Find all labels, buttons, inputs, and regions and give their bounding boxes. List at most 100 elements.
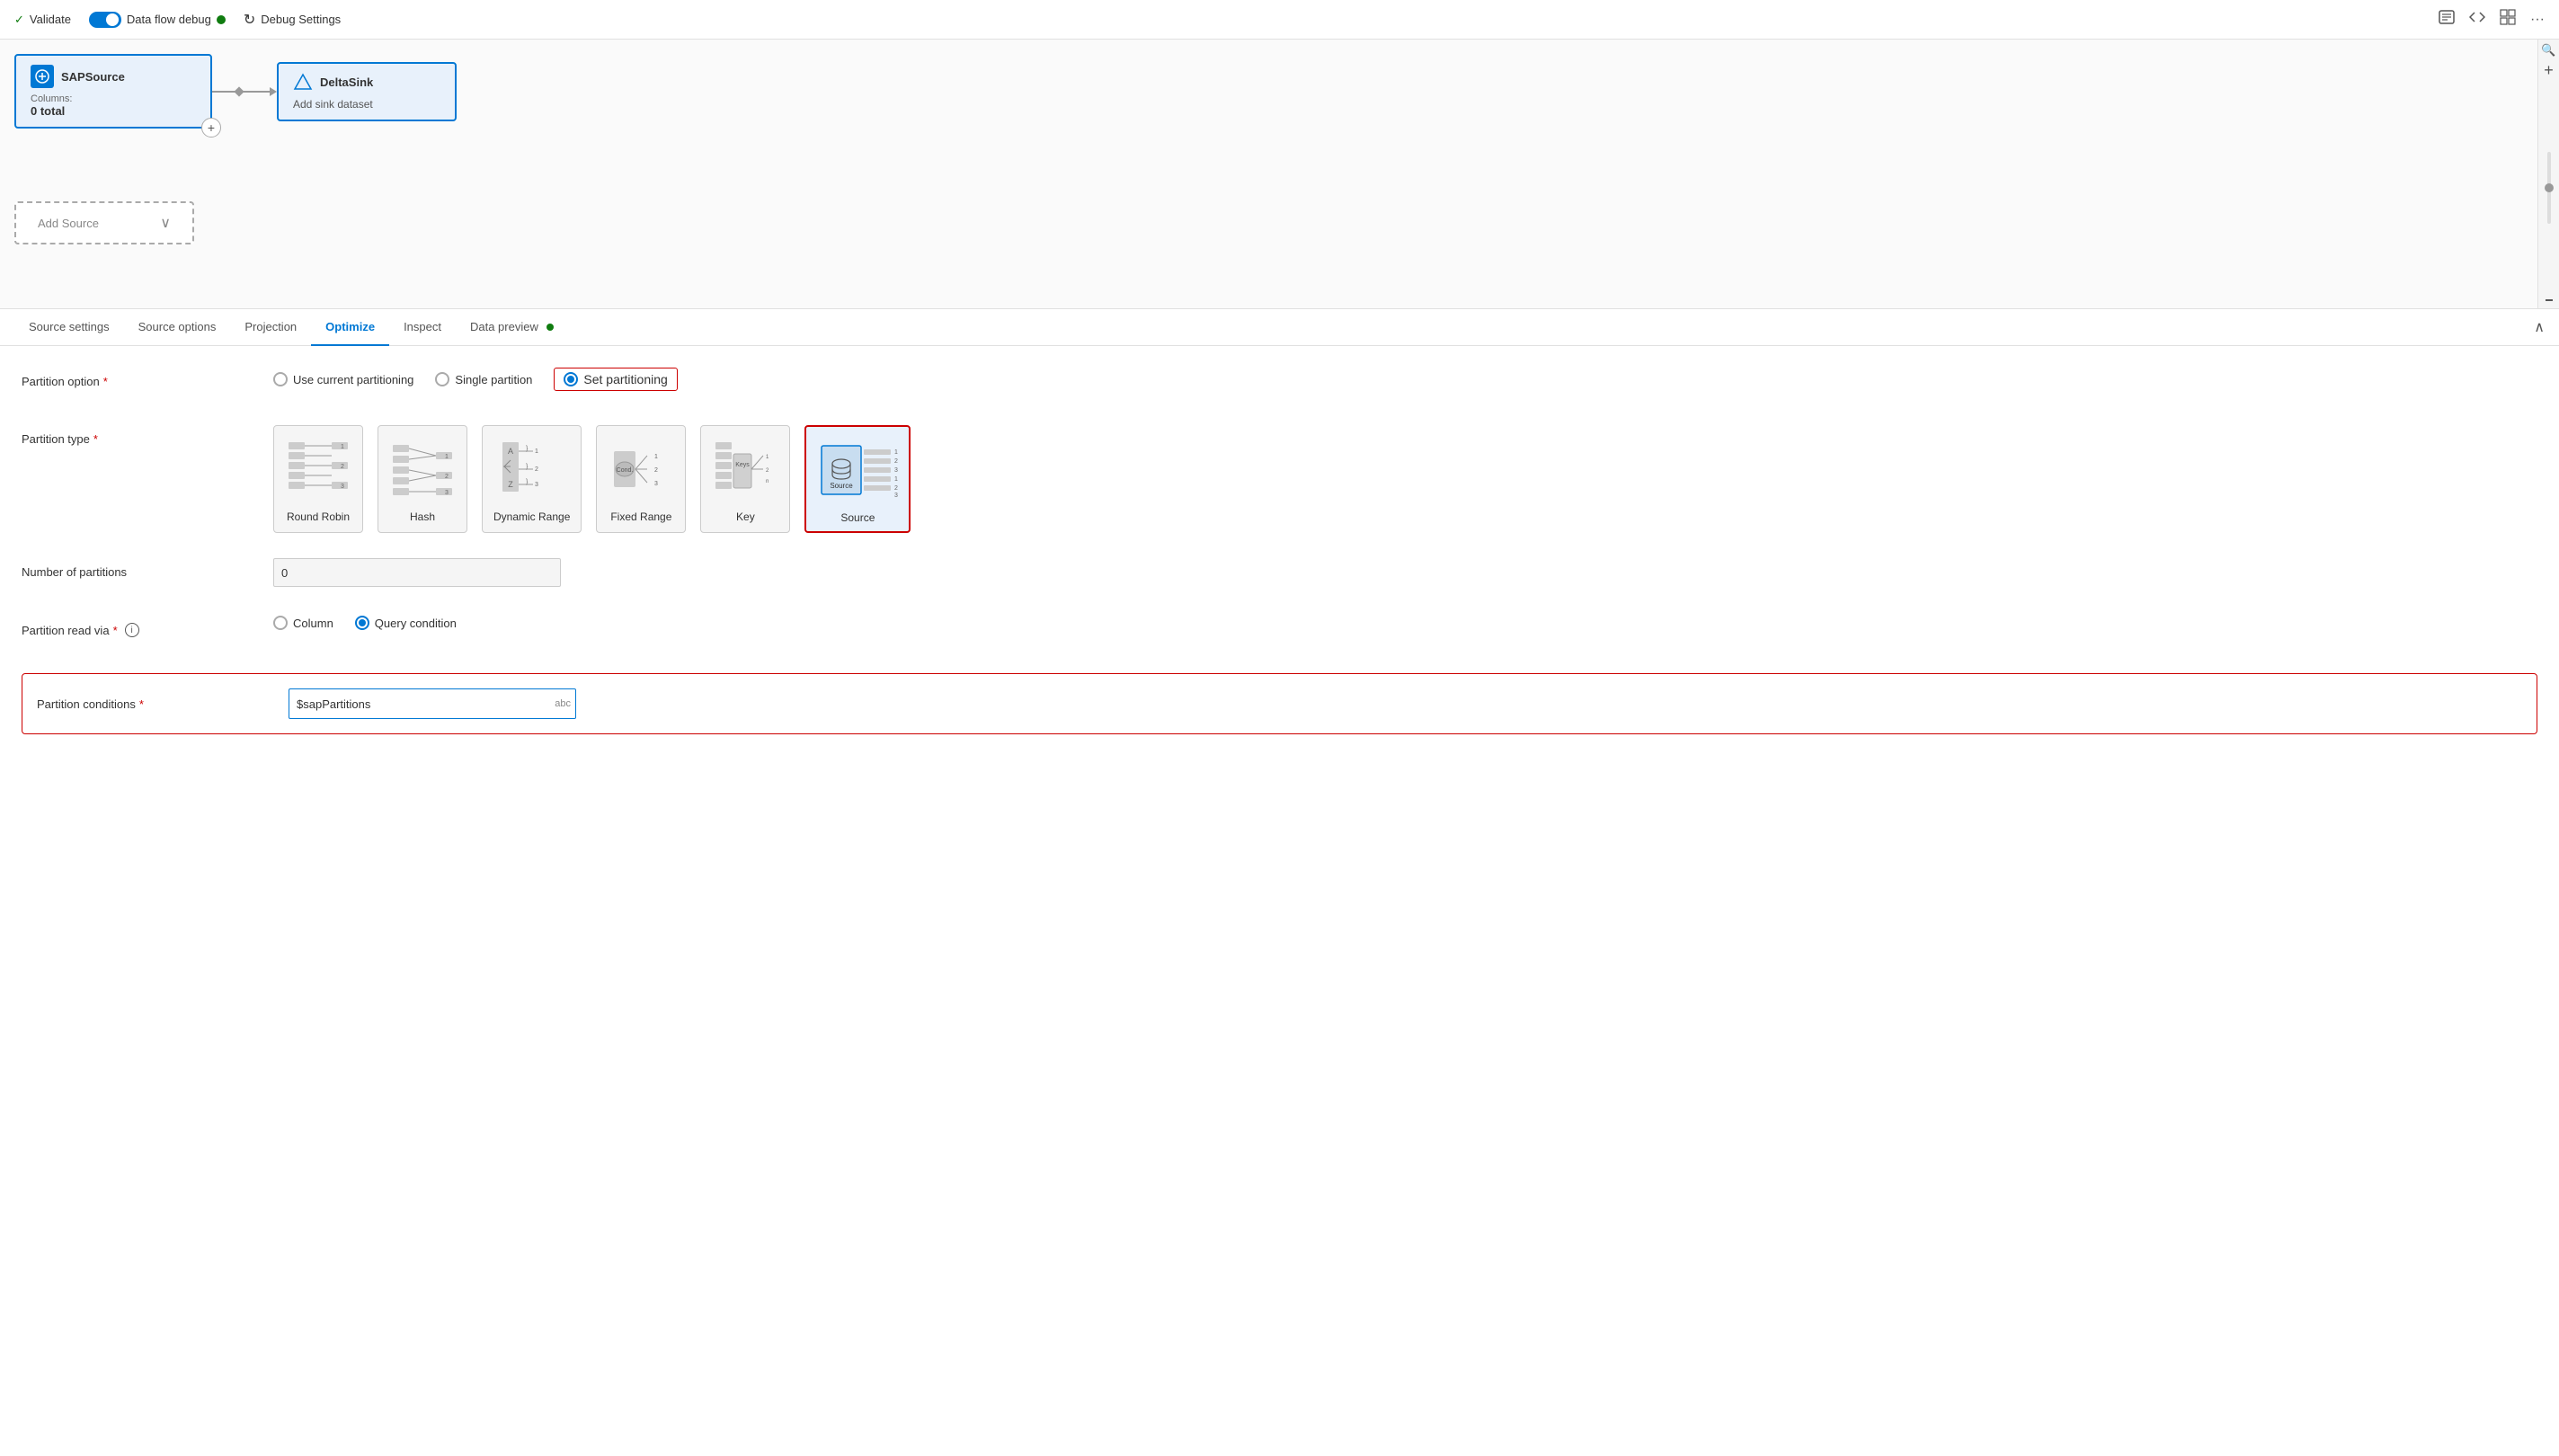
partition-conditions-input-wrap: abc bbox=[289, 688, 576, 719]
debug-status-dot bbox=[217, 15, 226, 24]
collapse-panel-button[interactable]: ∧ bbox=[2534, 318, 2545, 336]
partition-read-via-controls: Column Query condition bbox=[273, 616, 2537, 630]
fixed-range-label: Fixed Range bbox=[608, 510, 674, 523]
debug-settings-button[interactable]: ↻ Debug Settings bbox=[244, 11, 341, 29]
round-robin-svg: 1 2 3 bbox=[287, 438, 350, 501]
fixed-range-diagram: Cond. 1 2 3 bbox=[608, 433, 674, 505]
svg-text:Z: Z bbox=[508, 480, 513, 489]
radio-single-partition[interactable]: Single partition bbox=[435, 372, 532, 386]
data-flow-debug-label: Data flow debug bbox=[127, 13, 211, 26]
round-robin-label: Round Robin bbox=[285, 510, 351, 523]
info-icon[interactable]: i bbox=[125, 623, 139, 637]
grid-icon-button[interactable] bbox=[2500, 9, 2516, 30]
svg-text:A: A bbox=[508, 447, 513, 456]
validate-button[interactable]: ✓ Validate bbox=[14, 13, 71, 27]
radio-circle-query bbox=[355, 616, 369, 630]
add-source-box[interactable]: Add Source ∨ bbox=[14, 201, 194, 244]
partition-card-key[interactable]: Keys 1 2 n Key bbox=[700, 425, 790, 533]
radio-circle-single bbox=[435, 372, 449, 386]
key-label: Key bbox=[712, 510, 778, 523]
required-star-3: * bbox=[113, 624, 118, 637]
fixed-range-svg: Cond. 1 2 3 bbox=[609, 438, 672, 501]
tab-source-options[interactable]: Source options bbox=[124, 309, 231, 346]
zoom-in-button[interactable]: + bbox=[2544, 61, 2554, 80]
dynamic-range-svg: A Z } 1 } 2 } 3 bbox=[501, 438, 564, 501]
tab-inspect[interactable]: Inspect bbox=[389, 309, 456, 346]
number-of-partitions-control bbox=[273, 558, 2537, 587]
scroll-track bbox=[2547, 84, 2551, 292]
svg-text:3: 3 bbox=[341, 484, 344, 490]
scrollbar-track bbox=[2547, 152, 2551, 224]
partition-card-source[interactable]: Source 1 2 3 1 2 3 Sou bbox=[804, 425, 911, 533]
source-diagram: Source 1 2 3 1 2 3 bbox=[817, 434, 898, 506]
search-canvas-button[interactable]: 🔍 bbox=[2541, 43, 2555, 58]
tab-projection[interactable]: Projection bbox=[230, 309, 311, 346]
arrow-head bbox=[270, 87, 277, 96]
required-star-1: * bbox=[103, 375, 108, 388]
svg-text:3: 3 bbox=[894, 493, 898, 499]
tab-optimize[interactable]: Optimize bbox=[311, 309, 389, 346]
svg-text:Source: Source bbox=[831, 482, 854, 490]
round-robin-diagram: 1 2 3 bbox=[285, 433, 351, 505]
number-of-partitions-label: Number of partitions bbox=[22, 558, 273, 579]
svg-text:2: 2 bbox=[535, 466, 538, 473]
add-sink-dataset[interactable]: Add sink dataset bbox=[293, 98, 440, 111]
data-flow-debug-toggle[interactable]: Data flow debug bbox=[89, 12, 226, 28]
partition-card-round-robin[interactable]: 1 2 3 Round Robin bbox=[273, 425, 363, 533]
validate-label: Validate bbox=[30, 13, 71, 26]
node-columns-label: Columns: bbox=[31, 93, 196, 104]
svg-text:2: 2 bbox=[341, 464, 344, 470]
dynamic-range-diagram: A Z } 1 } 2 } 3 bbox=[493, 433, 570, 505]
svg-text:2: 2 bbox=[894, 485, 898, 492]
svg-text:3: 3 bbox=[894, 467, 898, 474]
checkmark-icon: ✓ bbox=[14, 13, 24, 27]
svg-text:Cond.: Cond. bbox=[617, 467, 634, 474]
svg-text:3: 3 bbox=[535, 482, 538, 488]
tab-source-settings[interactable]: Source settings bbox=[14, 309, 124, 346]
radio-set-partitioning-outlined[interactable]: Set partitioning bbox=[554, 368, 677, 391]
dynamic-range-label: Dynamic Range bbox=[493, 510, 570, 523]
sap-source-node-label: SAPSource bbox=[61, 70, 125, 84]
number-of-partitions-input[interactable] bbox=[273, 558, 561, 587]
add-node-button[interactable]: + bbox=[201, 118, 221, 138]
svg-text:1: 1 bbox=[341, 444, 344, 450]
divider-handle bbox=[2546, 299, 2553, 301]
sap-source-icon bbox=[31, 65, 54, 88]
radio-query-condition[interactable]: Query condition bbox=[355, 616, 457, 630]
script-icon-button[interactable] bbox=[2439, 9, 2455, 30]
scrollbar-thumb[interactable] bbox=[2545, 183, 2554, 192]
svg-text:2: 2 bbox=[654, 467, 658, 474]
partition-card-dynamic-range[interactable]: A Z } 1 } 2 } 3 Dynamic bbox=[482, 425, 582, 533]
partition-card-hash[interactable]: 1 2 3 Hash bbox=[378, 425, 467, 533]
partition-option-label: Partition option * bbox=[22, 368, 273, 388]
toolbar-right: ··· bbox=[2439, 9, 2545, 30]
add-source-label: Add Source bbox=[38, 217, 99, 230]
toggle-switch[interactable] bbox=[89, 12, 121, 28]
chevron-down-icon: ∨ bbox=[160, 214, 171, 232]
svg-text:1: 1 bbox=[894, 449, 898, 456]
delta-sink-node[interactable]: DeltaSink Add sink dataset bbox=[277, 62, 457, 121]
svg-text:Keys: Keys bbox=[736, 462, 751, 468]
tab-data-preview[interactable]: Data preview bbox=[456, 309, 569, 346]
sap-source-node[interactable]: SAPSource Columns: 0 total + bbox=[14, 54, 212, 129]
svg-text:1: 1 bbox=[445, 454, 449, 460]
connector-diamond bbox=[234, 86, 244, 96]
partition-conditions-input[interactable] bbox=[289, 688, 576, 719]
partition-read-via-label: Partition read via * i bbox=[22, 616, 273, 637]
flow-connector bbox=[212, 87, 277, 96]
radio-column[interactable]: Column bbox=[273, 616, 333, 630]
source-label: Source bbox=[817, 511, 898, 524]
svg-text:1: 1 bbox=[766, 455, 769, 460]
partition-option-row: Partition option * Use current partition… bbox=[22, 368, 2537, 400]
radio-use-current[interactable]: Use current partitioning bbox=[273, 372, 413, 386]
partition-conditions-label: Partition conditions * bbox=[37, 697, 289, 711]
partition-type-row: Partition type * bbox=[22, 425, 2537, 533]
settings-panel: Partition option * Use current partition… bbox=[0, 346, 2559, 781]
svg-text:1: 1 bbox=[535, 448, 538, 455]
canvas-area: SAPSource Columns: 0 total + DeltaSink A… bbox=[0, 40, 2559, 309]
code-icon-button[interactable] bbox=[2469, 9, 2485, 30]
partition-read-via-row: Partition read via * i Column Query cond… bbox=[22, 616, 2537, 648]
partition-card-fixed-range[interactable]: Cond. 1 2 3 Fixed Range bbox=[596, 425, 686, 533]
more-options-button[interactable]: ··· bbox=[2530, 12, 2545, 28]
connector-line-2 bbox=[243, 91, 270, 93]
